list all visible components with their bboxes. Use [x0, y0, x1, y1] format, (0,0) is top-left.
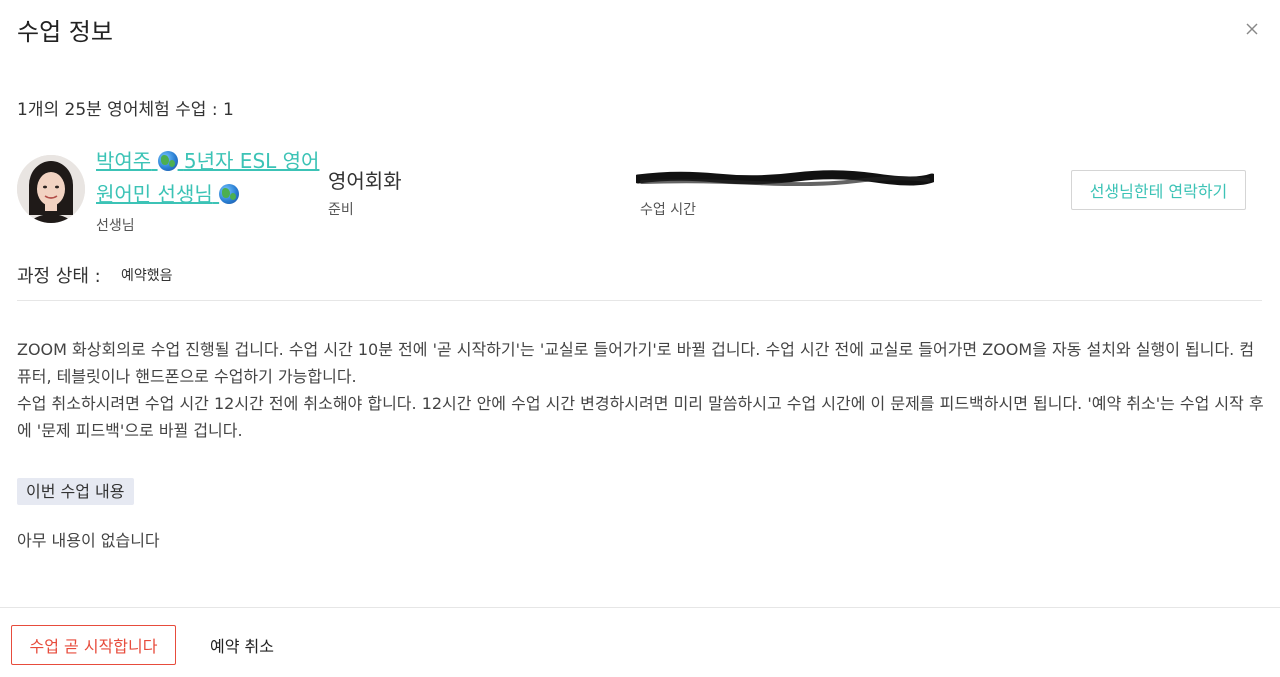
course-name: 영어회화 [328, 169, 402, 193]
lesson-content-tag: 이번 수업 내용 [17, 478, 134, 505]
lesson-content-empty: 아무 내용이 없습니다 [17, 531, 160, 550]
lesson-title: 1개의 25분 영어체험 수업 : 1 [17, 100, 234, 120]
progress-status-label: 과정 상태 : [17, 266, 101, 287]
globe-emoji-icon [157, 151, 178, 171]
notice-paragraph-zoom: ZOOM 화상회의로 수업 진행될 겁니다. 수업 시간 10분 전에 '곧 시… [17, 340, 1255, 386]
notice-paragraph-cancel: 수업 취소하시려면 수업 시간 12시간 전에 취소해야 합니다. 12시간 안… [17, 394, 1264, 440]
section-divider [17, 300, 1262, 301]
teacher-name[interactable]: 박여주 [96, 149, 151, 173]
contact-teacher-button[interactable]: 선생님한테 연락하기 [1071, 170, 1246, 210]
lesson-time-label: 수업 시간 [640, 202, 696, 218]
footer-divider [0, 607, 1280, 608]
cancel-reservation-button[interactable]: 예약 취소 [196, 625, 288, 665]
teacher-role: 선생님 [96, 218, 135, 234]
course-status: 준비 [328, 202, 354, 218]
globe-emoji-icon [219, 184, 240, 204]
close-icon [1246, 23, 1258, 35]
teacher-name-link[interactable]: 박여주 5년자 ESL 영어 원어민 선생님 [96, 145, 322, 211]
lesson-info-modal: 수업 정보 1개의 25분 영어체험 수업 : 1 박여주 5년자 ESL 영어… [0, 0, 1280, 677]
redacted-lesson-time [636, 170, 934, 186]
progress-status-value: 예약했음 [121, 268, 173, 284]
modal-title: 수업 정보 [17, 18, 113, 46]
teacher-avatar[interactable] [17, 155, 85, 223]
lesson-notice: ZOOM 화상회의로 수업 진행될 겁니다. 수업 시간 10분 전에 '곧 시… [17, 336, 1265, 444]
close-button[interactable] [1242, 19, 1262, 39]
avatar-portrait [17, 155, 85, 223]
start-lesson-button[interactable]: 수업 곧 시작합니다 [11, 625, 176, 665]
